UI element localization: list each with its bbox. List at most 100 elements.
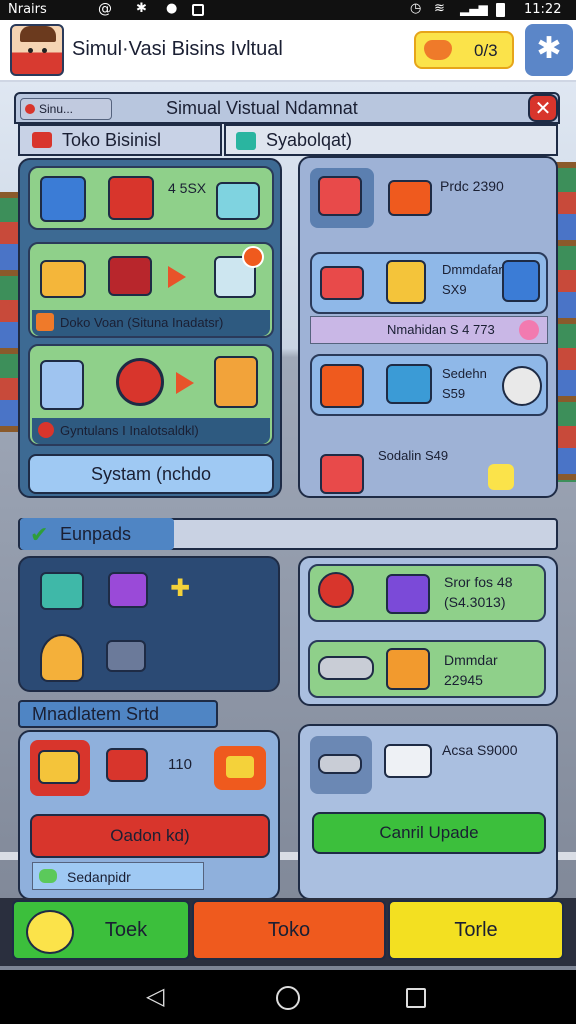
row3-title: Sedehn <box>442 366 487 381</box>
machine-icon <box>216 182 260 220</box>
crate-icon <box>108 176 154 220</box>
row3-value: S59 <box>442 386 466 401</box>
basket-icon[interactable] <box>106 640 146 672</box>
blue-box-icon <box>386 364 432 404</box>
currency-chip[interactable]: 0/3 <box>414 31 514 69</box>
schedule-board-icon <box>40 360 84 410</box>
tab-system-label: Syabolqat) <box>266 129 353 150</box>
chest-tile[interactable] <box>30 740 90 796</box>
chip[interactable]: Sedanpidr <box>32 862 204 890</box>
cannon-icon-2 <box>318 754 362 774</box>
star-button[interactable]: ✱ <box>525 24 573 76</box>
app-bar: Simul·Vasi Bisins Ivltual 0/3 ✱ <box>0 20 576 82</box>
press-machine-icon <box>108 256 152 296</box>
red-action-button[interactable]: Oadon kd) <box>30 814 270 858</box>
hand-tile[interactable] <box>214 746 266 790</box>
gold-chest-icon <box>38 750 80 784</box>
purple-box-icon[interactable] <box>108 572 148 608</box>
camera-icon <box>502 366 542 406</box>
product-card[interactable]: 4 5SX <box>28 166 274 230</box>
tab-yellow-label: Torle <box>454 918 498 941</box>
sparkle-icon <box>488 464 514 490</box>
orange-crate-icon <box>386 648 430 690</box>
production-card[interactable]: Doko Voan (Situna Inadatsr) <box>28 242 274 338</box>
arrow-icon <box>168 266 186 288</box>
green-upgrade-button[interactable]: Canril Upade <box>312 812 546 854</box>
arrow-icon-2 <box>176 372 194 394</box>
crate-small-icon <box>36 313 54 331</box>
mini-tab-label: Sinu... <box>39 102 74 116</box>
parcel-icon <box>320 266 364 300</box>
store-panel: 4 5SX Doko Voan (Situna Inadatsr) Gyntul… <box>18 158 282 498</box>
system-button[interactable]: Systam (nchdo <box>28 454 274 494</box>
record-small-icon <box>38 422 54 438</box>
chip-label: Sedanpidr <box>67 869 131 885</box>
machine-label-bar: Doko Voan (Situna Inadatsr) <box>32 310 270 336</box>
wifi-icon: ≋ <box>434 1 445 16</box>
storage-box-icon <box>40 260 86 298</box>
stack-boxes-icon <box>320 364 364 408</box>
upgrade-card-2[interactable]: Dmmdar 22945 <box>308 640 546 698</box>
tab-store[interactable]: Toko Bisinisl <box>18 124 222 156</box>
carrier-label: Nrairs <box>8 2 47 17</box>
manager-left-panel: 110 Oadon kd) Sedanpidr <box>18 730 280 900</box>
close-button[interactable]: ✕ <box>528 94 558 122</box>
plus-arrow-icon: ✚ <box>170 574 191 602</box>
store-tab-icon <box>32 132 52 148</box>
avatar[interactable] <box>10 24 64 76</box>
manager-right-value: Acsa S9000 <box>442 742 518 758</box>
system-label: Gyntulans I Inalotsaldkl) <box>60 423 199 438</box>
machine-label: Doko Voan (Situna Inadatsr) <box>60 315 224 330</box>
shop-icon <box>318 176 362 216</box>
product-row-3[interactable]: Sedehn S59 <box>310 354 548 416</box>
leaf-icon <box>39 869 57 883</box>
manager-bar: Mnadlatem Srtd <box>18 700 218 728</box>
close-icon: ✕ <box>534 97 552 120</box>
tab-green[interactable]: Toek <box>12 900 190 960</box>
tab-yellow[interactable]: Torle <box>388 900 564 960</box>
manager-value: 110 <box>168 756 192 773</box>
box-icon <box>40 176 86 222</box>
racket-icon <box>318 572 354 608</box>
tab-system[interactable]: Syabolqat) <box>224 124 558 156</box>
star-icon: ✱ <box>536 31 562 66</box>
record-dot-icon <box>25 104 35 114</box>
search-icon <box>116 358 164 406</box>
row2-value: SX9 <box>442 282 467 297</box>
bar-label: Nmahidan S 4 773 <box>387 322 495 337</box>
product-row-2[interactable]: Dmmdafar SX9 <box>310 252 548 314</box>
teal-box-icon[interactable] <box>40 572 84 610</box>
shop-tile[interactable] <box>310 168 374 228</box>
upgrade-1-value: (S4.3013) <box>444 594 506 610</box>
notification-icon <box>192 4 204 16</box>
app-title: Simul·Vasi Bisins Ivltual <box>72 38 283 60</box>
home-icon[interactable] <box>276 986 300 1010</box>
bell-icon[interactable] <box>40 634 84 682</box>
cannon-icon <box>318 656 374 680</box>
upgrade-2-title: Dmmdar <box>444 652 498 668</box>
at-icon: @ <box>98 1 112 17</box>
bottom-tab-bar: Toek Toko Torle <box>0 898 576 966</box>
upgrades-header: Eunpads <box>60 524 132 544</box>
system-label-bar: Gyntulans I Inalotsaldkl) <box>32 418 270 444</box>
manager-header: Mnadlatem Srtd <box>32 703 160 724</box>
status-bar: Nrairs @ ✱ ● ◷ ≋ ▂▄▆ 11:22 <box>0 0 576 20</box>
clock: 11:22 <box>524 2 562 17</box>
upgrade-card-1[interactable]: Sror fos 48 (S4.3013) <box>308 564 546 622</box>
row4-label: Sodalin S49 <box>378 448 449 463</box>
system-panel: Prdc 2390 Dmmdafar SX9 Nmahidan S 4 773 … <box>298 156 558 498</box>
blue-crates-icon <box>502 260 540 302</box>
recents-icon[interactable] <box>406 988 426 1008</box>
gem-pink-icon <box>519 320 539 340</box>
system-card[interactable]: Gyntulans I Inalotsaldkl) <box>28 344 274 446</box>
nav-bar: ◁ <box>0 970 576 1024</box>
window-header: Sinu... Simual Vistual Ndamnat <box>14 92 560 124</box>
back-icon[interactable]: ◁ <box>146 982 164 1010</box>
prod-label: Prdc 2390 <box>440 178 504 194</box>
row2-title: Dmmdafar <box>442 262 503 277</box>
tab-orange[interactable]: Toko <box>192 900 386 960</box>
product-value: 4 5SX <box>168 180 207 196</box>
cannon-tile[interactable] <box>310 736 372 794</box>
mini-tab[interactable]: Sinu... <box>20 98 112 120</box>
manager-right-panel: Acsa S9000 Canril Upade <box>298 724 558 900</box>
